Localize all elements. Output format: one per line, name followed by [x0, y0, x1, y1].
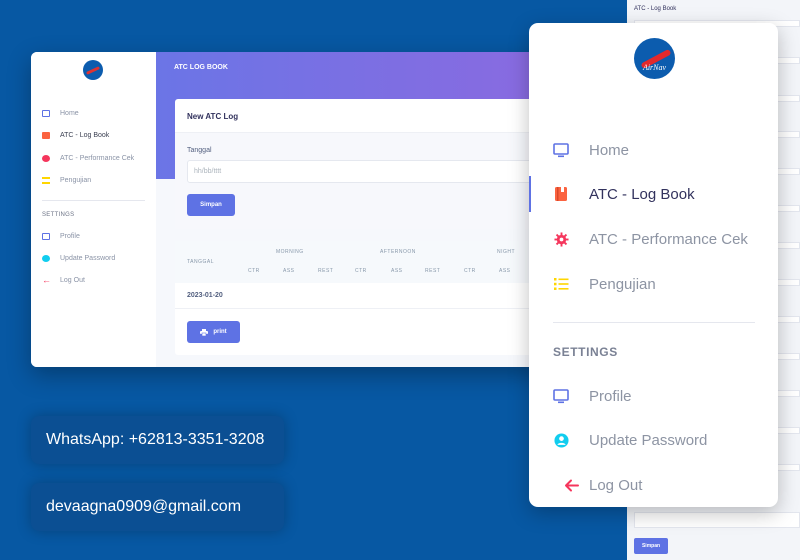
sidebar-item-performance[interactable]: ATC - Performance Cek	[529, 221, 778, 257]
sidebar-item-logbook[interactable]: ATC - Log Book	[529, 176, 778, 212]
sidebar-item-label: ATC - Log Book	[589, 185, 695, 203]
sidebar-item-logout[interactable]: Log Out	[529, 467, 778, 503]
preview-nav-profile-label: Profile	[60, 233, 80, 240]
preview-nav-performance-label: ATC - Performance Cek	[60, 155, 135, 162]
sidebar-item-label: Home	[589, 141, 630, 159]
column-header: CTR	[355, 268, 367, 274]
sidebar-item-label: Log Out	[589, 476, 643, 494]
column-header: CTR	[248, 268, 260, 274]
tanggal-input[interactable]: hh/bb/tttt	[187, 160, 547, 183]
sidebar-divider	[553, 322, 755, 323]
gear-icon	[553, 231, 569, 247]
monitor-icon	[42, 233, 50, 240]
printer-icon	[200, 328, 209, 336]
monitor-icon	[553, 388, 569, 404]
monitor-icon	[42, 110, 50, 117]
table-header: TANGGAL MORNING AFTERNOON NIGHT CTR ASS …	[175, 241, 551, 283]
column-header: ASS	[391, 268, 403, 274]
sidebar-item-profile[interactable]: Profile	[529, 378, 778, 414]
column-header: ASS	[283, 268, 295, 274]
print-button-label: print	[213, 329, 227, 335]
sidebar-menu: AirNav Home ATC - Log Book ATC - Perform…	[529, 23, 778, 507]
column-header: REST	[318, 268, 334, 274]
book-icon	[553, 186, 569, 202]
preview-divider	[42, 200, 145, 201]
preview-nav-logbook-label: ATC - Log Book	[60, 132, 110, 139]
table-row-date: 2023-01-20	[187, 292, 223, 299]
preview-nav-logout-label: Log Out	[60, 277, 85, 284]
sidebar-item-label: ATC - Performance Cek	[589, 230, 748, 248]
gear-icon	[42, 155, 50, 162]
preview-nav-performance[interactable]: ATC - Performance Cek	[42, 155, 134, 162]
airnav-logo-icon: AirNav	[634, 38, 675, 79]
airnav-logo-icon	[83, 60, 103, 80]
book-icon	[42, 132, 50, 139]
sidebar-item-label: Profile	[589, 387, 632, 405]
sidebar-item-update-password[interactable]: Update Password	[529, 422, 778, 458]
column-tanggal: TANGGAL	[187, 259, 215, 265]
column-header: REST	[425, 268, 441, 274]
preview-nav-logbook[interactable]: ATC - Log Book	[42, 132, 109, 139]
preview-nav-home-label: Home	[60, 110, 79, 117]
tanggal-label: Tanggal	[187, 147, 212, 154]
logo-text: AirNav	[642, 63, 667, 72]
column-group-afternoon: AFTERNOON	[380, 249, 416, 255]
email-contact[interactable]: devaagna0909@gmail.com	[31, 483, 284, 531]
strip-title: ATC - Log Book	[634, 6, 677, 12]
column-group-night: NIGHT	[497, 249, 516, 255]
preview-nav-update-password-label: Update Password	[60, 255, 116, 262]
new-log-card-title: New ATC Log	[175, 99, 551, 133]
new-log-form: Tanggal hh/bb/tttt Simpan	[175, 133, 551, 229]
preview-nav-pengujian[interactable]: Pengujian	[42, 177, 91, 184]
preview-settings-heading: SETTINGS	[42, 212, 75, 218]
preview-page-title: ATC LOG BOOK	[174, 64, 228, 71]
arrow-left-icon: ←	[42, 275, 51, 285]
log-table-card: TANGGAL MORNING AFTERNOON NIGHT CTR ASS …	[175, 241, 551, 355]
print-button[interactable]: print	[187, 321, 240, 343]
dashboard-preview: Home ATC - Log Book ATC - Performance Ce…	[31, 52, 551, 367]
column-header: ASS	[499, 268, 511, 274]
whatsapp-contact[interactable]: WhatsApp: +62813-3351-3208	[31, 416, 284, 464]
sidebar-item-label: Update Password	[589, 431, 708, 449]
preview-nav-pengujian-label: Pengujian	[60, 177, 92, 184]
sidebar-item-pengujian[interactable]: Pengujian	[529, 266, 778, 302]
sidebar-item-label: Pengujian	[589, 275, 656, 293]
sidebar-item-home[interactable]: Home	[529, 132, 778, 168]
preview-nav-update-password[interactable]: Update Password	[42, 255, 115, 262]
preview-nav-home[interactable]: Home	[42, 110, 79, 117]
table-row-divider	[175, 308, 551, 309]
strip-field-input[interactable]	[634, 512, 800, 528]
column-header: CTR	[464, 268, 476, 274]
settings-heading: SETTINGS	[553, 345, 618, 359]
list-icon	[42, 177, 50, 184]
monitor-icon	[553, 142, 569, 158]
user-circle-icon	[42, 255, 50, 262]
strip-simpan-button[interactable]: Simpan	[634, 538, 668, 554]
arrow-left-icon	[563, 477, 579, 493]
preview-sidebar: Home ATC - Log Book ATC - Performance Ce…	[31, 52, 156, 367]
list-icon	[553, 276, 569, 292]
new-log-card: New ATC Log Tanggal hh/bb/tttt Simpan	[175, 99, 551, 229]
column-group-morning: MORNING	[276, 249, 304, 255]
user-circle-icon	[553, 432, 569, 448]
simpan-button[interactable]: Simpan	[187, 194, 235, 216]
preview-nav-logout[interactable]: ← Log Out	[42, 275, 85, 285]
preview-nav-profile[interactable]: Profile	[42, 233, 80, 240]
